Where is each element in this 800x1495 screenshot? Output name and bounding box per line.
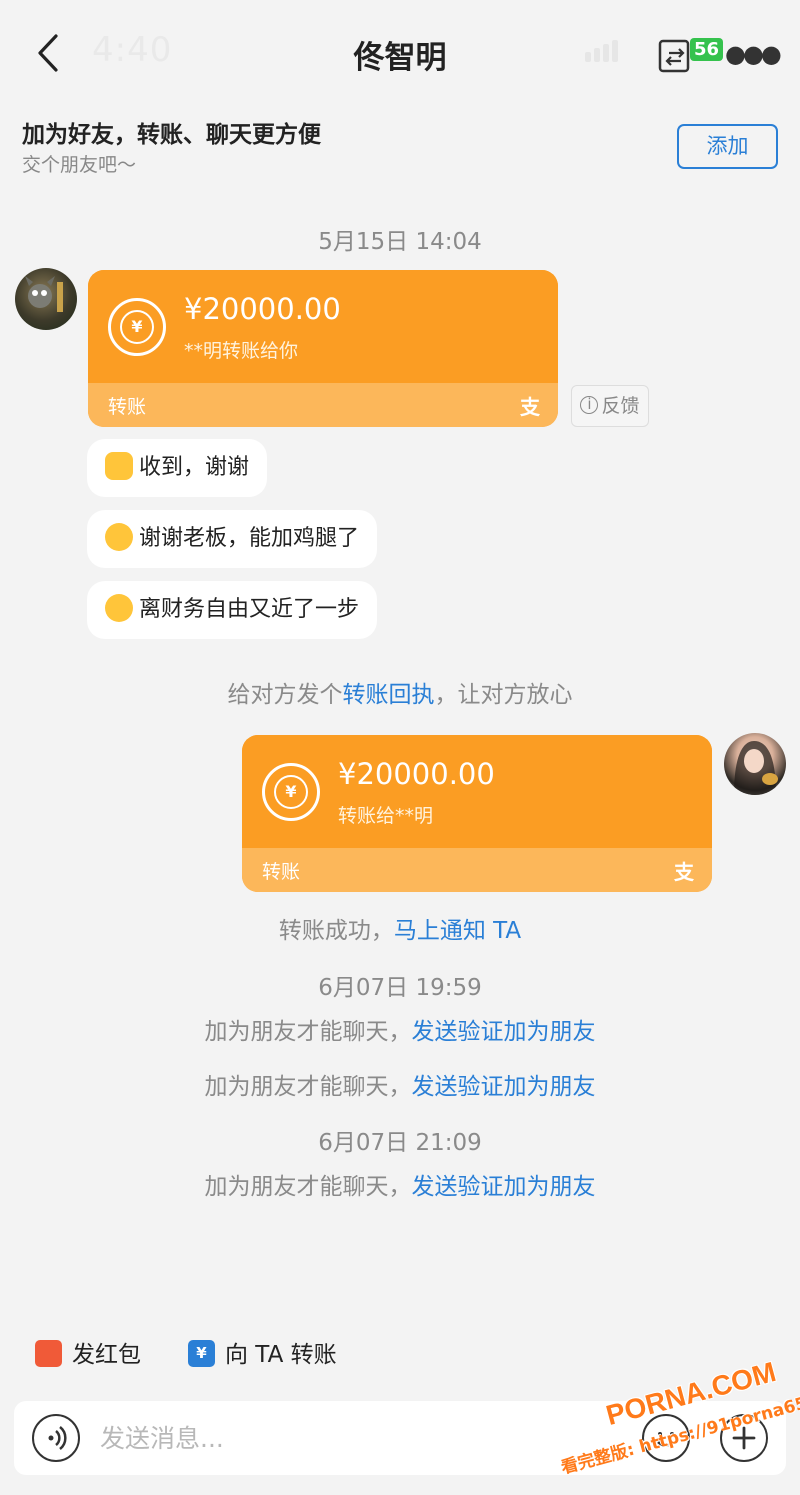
red-packet-icon xyxy=(35,1340,62,1367)
switch-icon[interactable] xyxy=(657,38,693,74)
send-verification-link[interactable]: 发送验证加为朋友 xyxy=(412,1019,596,1045)
message-bubble[interactable]: 离财务自由又近了一步 xyxy=(87,581,378,639)
transfer-amount: ¥20000.00 xyxy=(184,292,341,326)
add-friend-title: 加为好友，转账、聊天更方便 xyxy=(22,122,321,148)
info-icon: i xyxy=(580,395,599,414)
message-bubble[interactable]: 收到，谢谢 xyxy=(87,439,268,497)
transfer-desc: **明转账给你 xyxy=(184,340,299,362)
add-friend-button[interactable]: 添加 xyxy=(677,124,778,169)
friend-prompt: 加为朋友才能聊天，发送验证加为朋友 xyxy=(204,1174,596,1200)
network-badge: 56 xyxy=(690,38,724,61)
receipt-hint: 给对方发个转账回执，让对方放心 xyxy=(227,682,573,708)
voice-icon xyxy=(48,1426,67,1450)
message-bubble[interactable]: 谢谢老板，能加鸡腿了 xyxy=(87,510,378,568)
timestamp: 6月07日 21:09 xyxy=(318,1130,482,1156)
more-dots-icon[interactable]: ●●● xyxy=(725,40,782,68)
message-input[interactable] xyxy=(100,1416,520,1460)
voice-button[interactable] xyxy=(32,1414,80,1462)
notify-ta-link[interactable]: 马上通知 TA xyxy=(394,918,521,944)
add-friend-subtitle: 交个朋友吧～ xyxy=(22,154,137,176)
send-verification-link[interactable]: 发送验证加为朋友 xyxy=(412,1174,596,1200)
ok-hand-emoji-icon xyxy=(105,452,133,480)
feedback-label: 反馈 xyxy=(601,395,640,417)
send-verification-link[interactable]: 发送验证加为朋友 xyxy=(412,1074,596,1100)
transfer-desc: 转账给**明 xyxy=(338,805,434,827)
transfer-success-note: 转账成功，马上通知 TA xyxy=(278,918,522,944)
avatar[interactable] xyxy=(15,268,77,330)
heart-eyes-emoji-icon xyxy=(105,594,133,622)
transfer-label: 转账 xyxy=(262,861,301,883)
self-avatar[interactable] xyxy=(724,733,786,795)
incoming-transfer-card[interactable]: ¥ ¥20000.00 **明转账给你 转账 支 xyxy=(88,270,558,427)
signal-icon xyxy=(585,40,621,62)
friend-prompt: 加为朋友才能聊天，发送验证加为朋友 xyxy=(204,1074,596,1100)
timestamp: 6月07日 19:59 xyxy=(318,975,482,1001)
friend-prompt: 加为朋友才能聊天，发送验证加为朋友 xyxy=(204,1019,596,1045)
alipay-icon: 支 xyxy=(674,860,694,884)
red-packet-button[interactable]: 发红包 xyxy=(35,1335,141,1369)
transfer-to-ta-button[interactable]: ¥ 向 TA 转账 xyxy=(188,1335,337,1369)
transfer-label: 转账 xyxy=(108,396,147,418)
blushing-face-emoji-icon xyxy=(105,523,133,551)
transfer-coin-icon: ¥ xyxy=(108,298,166,356)
transfer-coin-icon: ¥ xyxy=(262,763,320,821)
transfer-icon: ¥ xyxy=(188,1340,215,1367)
outgoing-transfer-card[interactable]: ¥ ¥20000.00 转账给**明 转账 支 xyxy=(242,735,712,892)
transfer-receipt-link[interactable]: 转账回执 xyxy=(343,682,435,708)
alipay-icon: 支 xyxy=(520,395,540,419)
timestamp: 5月15日 14:04 xyxy=(318,229,482,255)
feedback-button[interactable]: i 反馈 xyxy=(571,385,649,427)
transfer-amount: ¥20000.00 xyxy=(338,757,495,791)
